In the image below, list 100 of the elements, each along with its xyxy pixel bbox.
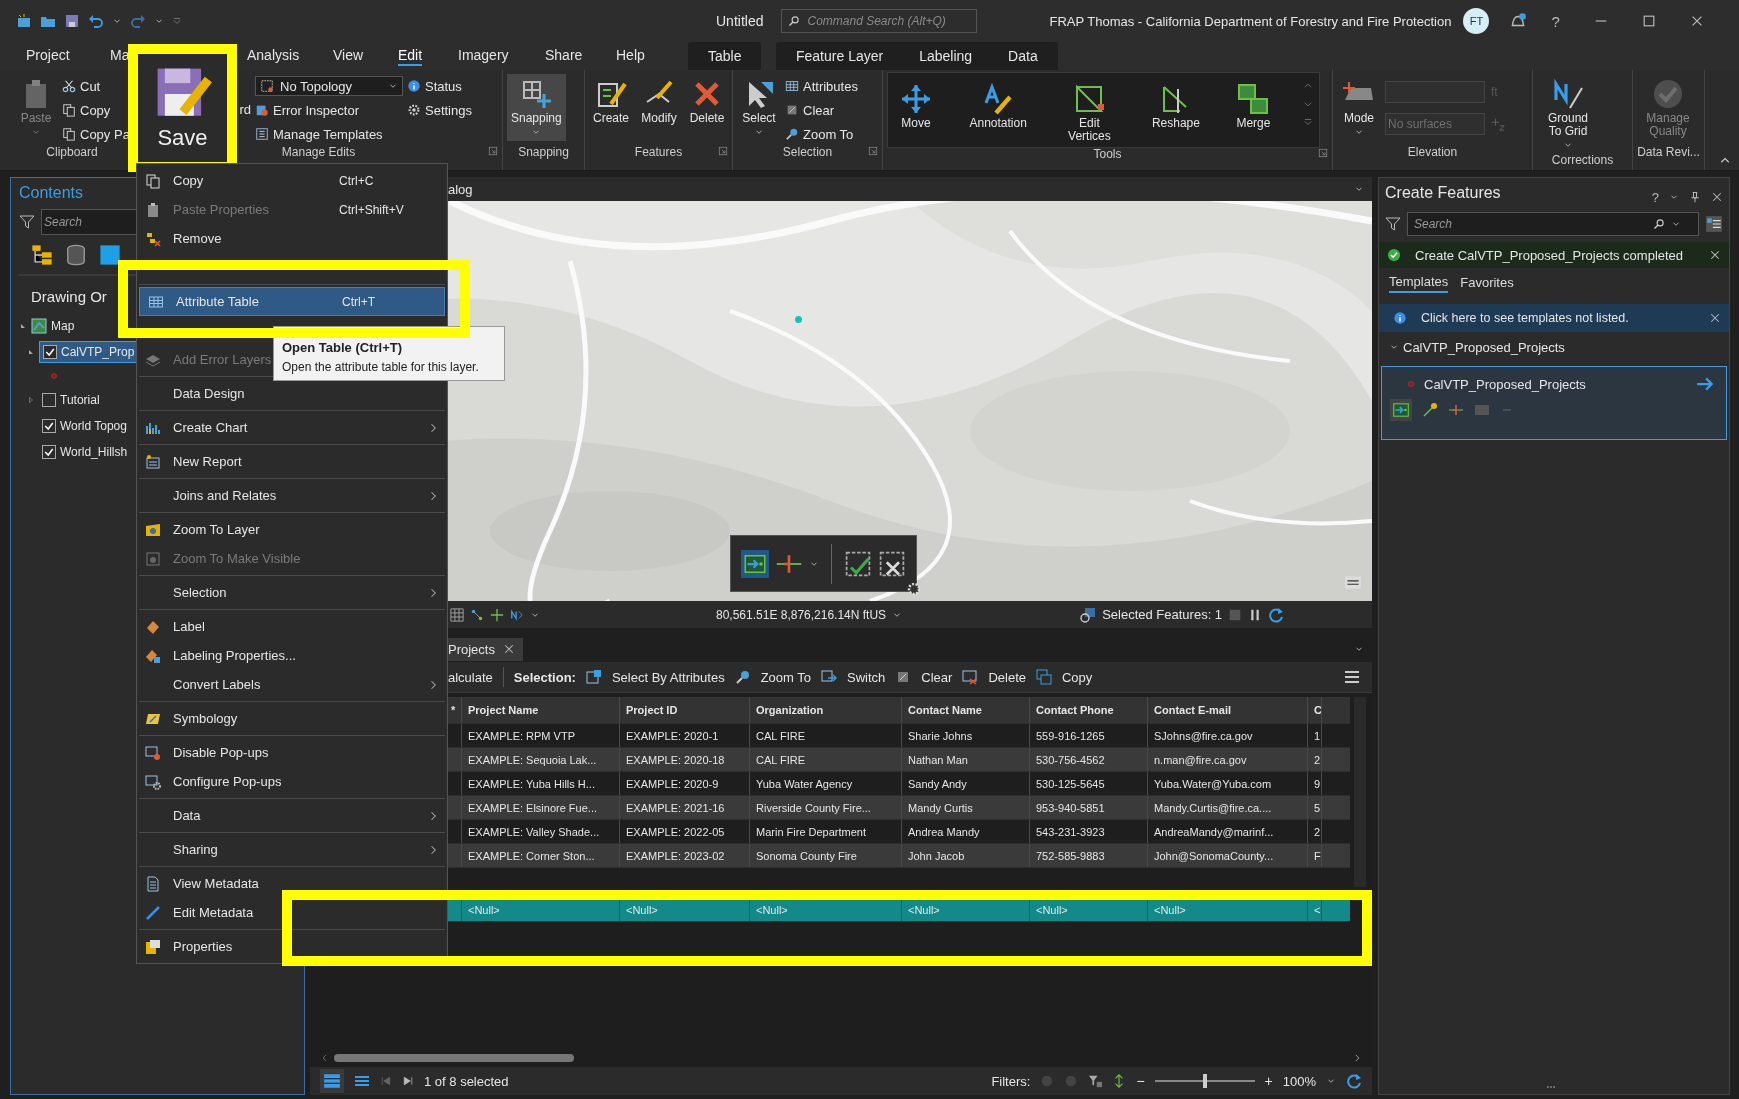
scroll-down-icon[interactable] [1302, 99, 1313, 109]
ribbon-button[interactable]: Error Inspector [255, 100, 403, 120]
menu-item[interactable]: Copy [173, 173, 339, 188]
menu-item[interactable]: Label [173, 619, 339, 634]
menu-item[interactable]: Properties [173, 939, 339, 954]
column-header[interactable]: Organization [750, 697, 902, 723]
ribbon-button[interactable]: Mode [1337, 74, 1381, 141]
grid-icon[interactable] [450, 607, 464, 622]
ribbon-button[interactable]: Select [737, 74, 781, 141]
ribbon-button-label[interactable]: rd [239, 101, 251, 117]
menu-item[interactable]: Labeling Properties... [173, 648, 339, 663]
dialog-launcher-icon[interactable] [488, 146, 498, 156]
search-field[interactable]: Search [1407, 212, 1699, 236]
table-view-icon[interactable] [320, 1069, 344, 1093]
ribbon-button[interactable]: Cut [62, 76, 130, 96]
ribbon-button[interactable]: Merge [1231, 79, 1276, 134]
ribbon-button[interactable]: Create [589, 74, 633, 129]
zoom-out-button[interactable]: − [1136, 1073, 1145, 1089]
ribbon-button[interactable]: Snapping [507, 74, 566, 141]
toolbar-button[interactable]: Delete [988, 669, 1026, 685]
template-group-header[interactable]: CalVTP_Proposed_Projects [1403, 339, 1565, 355]
last-icon[interactable] [402, 1075, 414, 1087]
pin-icon[interactable] [1689, 191, 1701, 203]
database-icon[interactable] [65, 244, 87, 266]
ribbon-tab[interactable]: Data [1008, 48, 1038, 64]
ribbon-tab[interactable]: Feature Layer [796, 48, 884, 64]
toolbar-button[interactable]: Select By Attributes [611, 669, 725, 685]
square-check-icon[interactable] [844, 549, 872, 578]
north-icon[interactable] [510, 607, 524, 622]
column-header[interactable]: C [1308, 697, 1322, 723]
pane-tab[interactable]: Templates [1389, 273, 1449, 293]
layer-item[interactable]: Tutorial [39, 389, 103, 411]
ribbon-button[interactable]: Zoom To [785, 124, 858, 144]
ribbon-tab[interactable]: Labeling [919, 48, 973, 64]
scroll-up-icon[interactable] [1302, 81, 1313, 91]
ribbon-button[interactable]: Modify [637, 74, 681, 129]
column-header[interactable]: Contact Phone [1030, 697, 1148, 723]
panel-options-icon[interactable] [1705, 215, 1723, 233]
table-row[interactable]: <Null> <Null> <Null> <Null> <Null> <Null> < [448, 898, 1350, 922]
undo-icon[interactable] [88, 13, 104, 29]
close-icon[interactable] [1711, 191, 1723, 203]
filter-icon[interactable] [1385, 216, 1401, 232]
filter-table-icon[interactable] [1088, 1074, 1103, 1088]
zoom-dropdown[interactable]: 100% [1282, 1073, 1316, 1089]
dialog-launcher-icon[interactable] [718, 146, 728, 156]
column-header[interactable]: Contact Name [902, 697, 1030, 723]
ribbon-button[interactable]: Reshape [1147, 79, 1204, 134]
select-table-icon[interactable] [585, 669, 602, 685]
menu-item[interactable]: Joins and Relates [173, 488, 339, 503]
table-row[interactable]: EXAMPLE: Corner Ston... EXAMPLE: 2023-02 Sonoma County Fire John Jacob 752-585-9883 John@SonomaCounty... F [448, 844, 1350, 868]
close-icon[interactable] [1709, 249, 1721, 261]
ribbon-tab[interactable]: Share [545, 47, 583, 63]
column-header[interactable]: Contact E-mail [1148, 697, 1308, 723]
ribbon-tab[interactable]: Edit [398, 47, 423, 66]
feature-template-card[interactable]: CalVTP_Proposed_Projects [1381, 366, 1727, 440]
menu-item[interactable]: Data Design [173, 386, 339, 401]
toolbar-button[interactable]: Copy [1061, 669, 1093, 685]
ribbon-tab[interactable]: Imagery [458, 47, 509, 63]
expand-icon[interactable] [27, 348, 35, 356]
add-point-icon[interactable] [1390, 399, 1412, 421]
ribbon-button[interactable]: Annotation [965, 79, 1031, 134]
topology-dropdown[interactable]: No Topology [255, 76, 403, 96]
toolbar-button[interactable]: Clear [921, 669, 953, 685]
ribbon-tab[interactable]: Project [26, 47, 70, 63]
ribbon-button[interactable]: Copy [62, 100, 130, 120]
zoom-in-button[interactable]: + [1264, 1073, 1273, 1089]
document-tab[interactable]: alog [448, 181, 473, 197]
ribbon-button[interactable]: Ground To Grid [1537, 74, 1599, 154]
table-row[interactable]: EXAMPLE: Elsinore Fue... EXAMPLE: 2021-16 Riverside County Fire... Mandy Curtis 953-940-5851 Mandy.Curtis@fire.ca.... 5 [448, 796, 1350, 820]
arrow-right-icon[interactable] [1696, 375, 1714, 393]
menu-item[interactable]: Create Chart [173, 420, 339, 435]
collapse-icon[interactable] [27, 396, 35, 404]
checkbox[interactable] [42, 393, 56, 407]
toolbar-button[interactable]: Switch [847, 669, 886, 685]
layer-item[interactable]: CalVTP_Prop [39, 341, 139, 363]
line-point-icon[interactable] [1422, 402, 1438, 418]
close-icon[interactable] [1709, 312, 1721, 324]
table-row[interactable]: EXAMPLE: Valley Shade... EXAMPLE: 2022-05 Marin Fire Department Andrea Mandy 543-231-3923 AndreaMandy@marinf... 2 [448, 820, 1350, 844]
ribbon-button[interactable]: Move [894, 79, 938, 134]
menu-item[interactable]: New Report [173, 454, 339, 469]
save-button[interactable]: Save [128, 44, 237, 172]
crosshair-icon[interactable] [490, 607, 504, 622]
first-icon[interactable] [380, 1075, 392, 1087]
close-icon[interactable] [502, 643, 515, 655]
ribbon-tab[interactable]: Table [708, 48, 742, 64]
ribbon-button[interactable]: Clear [785, 100, 858, 120]
menu-item[interactable]: Disable Pop-ups [173, 745, 339, 760]
dialog-launcher-icon[interactable] [868, 146, 878, 156]
switch-icon[interactable] [821, 669, 837, 685]
ribbon-button[interactable]: Manage Templates [255, 124, 403, 144]
copy-rows-icon[interactable] [1035, 669, 1052, 685]
toolbar-button[interactable]: Zoom To [760, 669, 811, 685]
snap-points-icon[interactable] [470, 607, 484, 622]
table-row[interactable]: EXAMPLE: RPM VTP EXAMPLE: 2020-1 CAL FIRE Sharie Johns 559-916-1265 SJohns@fire.ca.gov 1 [448, 724, 1350, 748]
refresh-icon[interactable] [1346, 1073, 1362, 1089]
add-point-icon[interactable] [741, 549, 769, 578]
selected-features-readout[interactable]: Selected Features: 1 [1102, 607, 1223, 622]
save-icon[interactable] [64, 13, 80, 29]
ribbon-tab[interactable]: Help [616, 47, 645, 63]
menu-item[interactable]: Remove [173, 231, 339, 246]
